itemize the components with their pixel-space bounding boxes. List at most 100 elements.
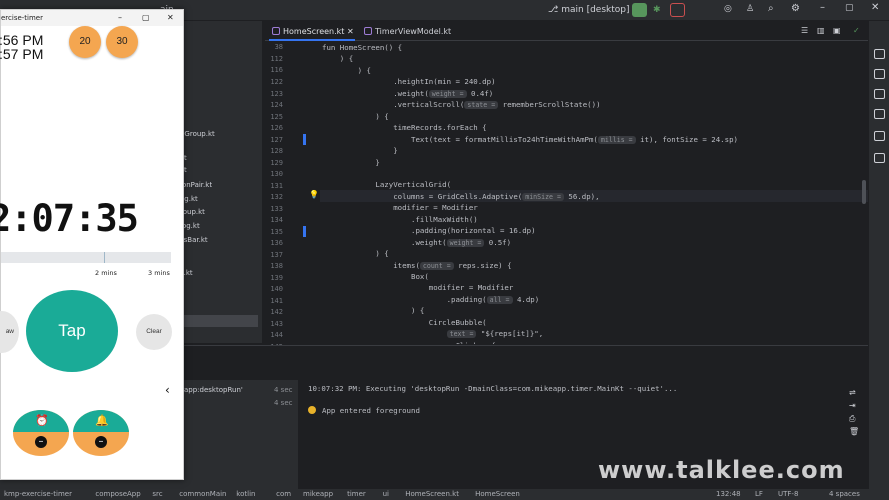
- code-line[interactable]: ) {: [322, 248, 388, 259]
- run-button[interactable]: [632, 3, 647, 17]
- project-tree-item[interactable]: nGroup.kt: [180, 128, 215, 140]
- breadcrumb-item[interactable]: kotlin: [236, 489, 255, 500]
- breadcrumb-item[interactable]: composeApp: [95, 489, 140, 500]
- code-line[interactable]: Text(text = formatMillisTo24hTimeWithAmP…: [322, 134, 738, 145]
- app-maximize-button[interactable]: ▢: [142, 10, 150, 26]
- cursor-position[interactable]: 132:48: [716, 489, 741, 500]
- settings-icon[interactable]: ⚙: [791, 3, 800, 14]
- tab-homescreen[interactable]: HomeScreen.kt ✕: [269, 22, 355, 41]
- line-number: 116: [270, 66, 283, 74]
- code-line[interactable]: onClick = {: [322, 340, 496, 344]
- code-line[interactable]: }: [322, 157, 379, 168]
- code-line[interactable]: .padding(horizontal = 16.dp): [322, 225, 536, 236]
- breadcrumb-item[interactable]: src: [152, 489, 162, 500]
- breadcrumb-item[interactable]: timer: [347, 489, 366, 500]
- rep-bubble[interactable]: 30: [106, 26, 138, 58]
- app-minimize-button[interactable]: –: [118, 10, 122, 26]
- rep-bubble[interactable]: 20: [69, 26, 101, 58]
- code-line[interactable]: fun HomeScreen() {: [322, 42, 402, 53]
- run-config-label[interactable]: app:desktopRun': [184, 386, 243, 394]
- inlay-hint: text =: [446, 330, 477, 339]
- split-view-icon[interactable]: ▥: [817, 26, 825, 35]
- line-number: 142: [270, 308, 283, 316]
- code-line[interactable]: items(count = reps.size) {: [322, 260, 512, 271]
- vcs-icon[interactable]: ◎: [724, 4, 732, 14]
- code-text: ) {: [322, 54, 354, 64]
- code-line[interactable]: columns = GridCells.Adaptive(minSize = 5…: [322, 191, 600, 202]
- code-line[interactable]: }: [322, 145, 397, 156]
- progress-bar: [1, 252, 171, 263]
- breadcrumb-item[interactable]: commonMain: [179, 489, 226, 500]
- breadcrumb-item[interactable]: HomeScreen: [475, 489, 520, 500]
- project-tree-item[interactable]: lonPair.kt: [180, 179, 212, 191]
- design-view-icon[interactable]: ▣: [833, 26, 841, 35]
- project-tree-item[interactable]: ssBar.kt: [180, 234, 208, 246]
- database-icon[interactable]: [874, 89, 885, 99]
- profile-icon[interactable]: ♙: [746, 4, 754, 14]
- chevron-left-icon[interactable]: ‹: [165, 383, 170, 397]
- code-line[interactable]: ) {: [322, 65, 371, 76]
- timer-app-window: ercise-timer – ▢ ✕ :56 PM :57 PM 20 30 2…: [0, 9, 184, 480]
- code-text: "${reps[it]}",: [476, 329, 544, 339]
- code-line[interactable]: LazyVerticalGrid(: [322, 179, 451, 190]
- code-line[interactable]: .heightIn(min = 240.dp): [322, 76, 495, 87]
- file-encoding[interactable]: UTF-8: [778, 489, 798, 500]
- breadcrumb-item[interactable]: kmp-exercise-timer: [4, 489, 72, 500]
- line-number: 143: [270, 319, 283, 328]
- bell-icon: 🔔: [95, 414, 109, 427]
- bulb-icon[interactable]: 💡: [309, 190, 319, 199]
- code-line[interactable]: modifier = Modifier: [322, 202, 478, 213]
- branch-selector[interactable]: ⎇ main [desktop] ▾: [548, 2, 637, 19]
- code-line[interactable]: modifier = Modifier: [322, 282, 514, 293]
- line-number: 140: [270, 285, 283, 293]
- stop-button[interactable]: [670, 3, 685, 17]
- tap-button[interactable]: Tap: [26, 290, 118, 372]
- alarm-fab[interactable]: ⏰ –: [13, 410, 69, 456]
- app-close-button[interactable]: ✕: [167, 10, 174, 26]
- left-button[interactable]: aw: [0, 311, 19, 353]
- project-selected-row[interactable]: [180, 315, 258, 327]
- search-icon[interactable]: ⌕: [768, 3, 774, 14]
- gradle-icon[interactable]: [874, 69, 885, 79]
- maximize-button[interactable]: ▢: [845, 3, 854, 13]
- code-line[interactable]: .fillMaxWidth(): [322, 214, 478, 225]
- line-separator[interactable]: LF: [755, 489, 763, 500]
- code-text: Text(text = formatMillisTo24hTimeWithAmP…: [322, 134, 598, 144]
- notifications-icon[interactable]: [874, 49, 885, 59]
- code-line[interactable]: Box(: [322, 271, 429, 282]
- bell-fab[interactable]: 🔔 –: [73, 410, 129, 456]
- code-text: reps.size) {: [453, 260, 512, 270]
- code-line[interactable]: text = "${reps[it]}",: [322, 328, 543, 339]
- breadcrumb-item[interactable]: mikeapp: [303, 489, 333, 500]
- code-line[interactable]: .weight(weight = 0.5f): [322, 237, 511, 248]
- code-line[interactable]: ) {: [322, 305, 424, 316]
- minus-icon[interactable]: –: [95, 436, 107, 448]
- minus-icon[interactable]: –: [35, 436, 47, 448]
- indent-setting[interactable]: 4 spaces: [829, 489, 860, 500]
- inlay-hint: weight =: [428, 89, 467, 98]
- minimize-button[interactable]: –: [820, 2, 825, 13]
- close-button[interactable]: ✕: [871, 2, 879, 13]
- code-line[interactable]: .weight(weight = 0.4f): [322, 88, 493, 99]
- console-actions[interactable]: ⇌ ⇥ ⎙ 🗑: [849, 386, 859, 438]
- code-line[interactable]: timeRecords.forEach {: [322, 122, 486, 133]
- tab-timerviewmodel[interactable]: TimerViewModel.kt: [361, 22, 453, 41]
- code-line[interactable]: .padding(all = 4.dp): [322, 294, 539, 305]
- code-view-icon[interactable]: ☰: [801, 26, 808, 35]
- running-devices-icon[interactable]: [874, 131, 885, 141]
- breadcrumb-item[interactable]: com: [276, 489, 291, 500]
- breadcrumb-item[interactable]: ui: [383, 489, 389, 500]
- debug-icon[interactable]: ✱: [653, 5, 661, 15]
- inspection-ok-icon[interactable]: ✓: [853, 26, 860, 35]
- code-line[interactable]: ) {: [322, 111, 389, 122]
- code-line[interactable]: .verticalScroll(state = rememberScrollSt…: [322, 99, 601, 110]
- clear-button[interactable]: Clear: [136, 314, 172, 350]
- breadcrumb-item[interactable]: HomeScreen.kt: [405, 489, 459, 500]
- code-text: ) {: [322, 111, 389, 121]
- code-editor[interactable]: fun HomeScreen() { ) { ) { .heightIn(min…: [322, 42, 867, 344]
- code-line[interactable]: ) {: [322, 53, 353, 64]
- editor-scrollbar[interactable]: [862, 180, 866, 204]
- code-line[interactable]: CircleBubble(: [322, 317, 487, 328]
- device-manager-icon[interactable]: [874, 109, 885, 119]
- device-explorer-icon[interactable]: [874, 153, 885, 163]
